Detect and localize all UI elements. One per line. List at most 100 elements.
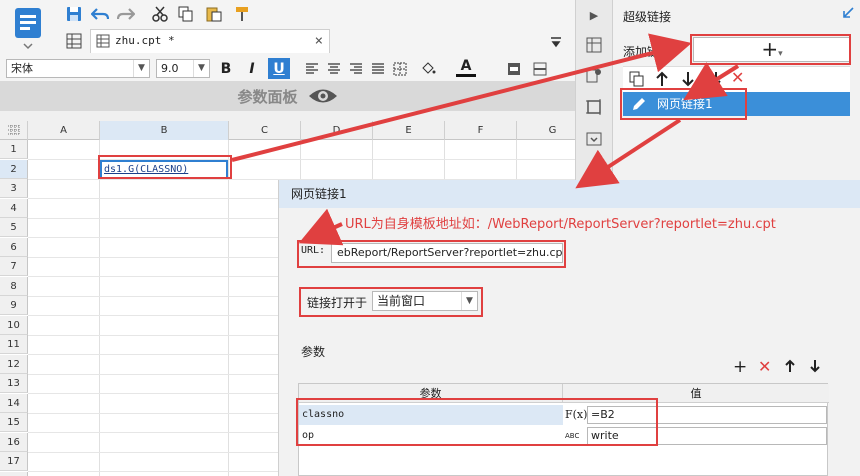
font-size-select[interactable]: 9.0 ▼	[156, 59, 210, 78]
file-tab[interactable]: zhu.cpt * ×	[90, 29, 330, 53]
font-family-select[interactable]: 宋体 ▼	[6, 59, 150, 78]
hyperlink-tab-icon[interactable]	[585, 162, 603, 180]
url-input[interactable]: ebReport/ReportServer?reportlet=zhu.cpt	[331, 243, 563, 263]
cell-b2-formula: ds1.G(CLASSNO)	[104, 164, 189, 175]
chevron-down-icon: ▼	[193, 60, 209, 77]
row-header[interactable]: 17	[0, 452, 28, 471]
sort-icon[interactable]	[703, 71, 723, 90]
italic-button[interactable]: I	[242, 59, 262, 79]
split-cells-icon[interactable]	[530, 59, 550, 79]
open-in-select[interactable]: 当前窗口 ▼	[372, 291, 478, 311]
tab-menu-icon[interactable]	[546, 32, 566, 52]
dropdown-widget-icon[interactable]	[585, 130, 603, 148]
row-header[interactable]: 16	[0, 432, 28, 452]
underline-button[interactable]: U	[268, 58, 290, 79]
delete-link-icon[interactable]: ✕	[731, 68, 744, 87]
column-header[interactable]: B	[100, 121, 229, 140]
add-link-label: 添加链接	[623, 45, 672, 59]
redo-icon[interactable]	[116, 4, 136, 24]
align-right-icon[interactable]	[346, 59, 366, 79]
move-down-icon[interactable]	[681, 71, 695, 90]
row-header[interactable]: 5	[0, 218, 28, 237]
param-down-icon[interactable]	[809, 359, 821, 376]
grid-line	[228, 140, 229, 476]
save-icon[interactable]	[64, 4, 84, 24]
params-label: 参数	[301, 345, 326, 359]
web-link-editor: 网页链接1 URL为自身模板地址如：/WebReport/ReportServe…	[278, 180, 860, 476]
row-header[interactable]: 3	[0, 179, 28, 198]
format-painter-icon[interactable]	[232, 4, 252, 24]
link-list-item[interactable]: 网页链接1	[623, 92, 850, 116]
open-in-value: 当前窗口	[377, 294, 426, 308]
select-all-corner[interactable]	[0, 121, 28, 140]
row-header[interactable]: 18	[0, 471, 28, 476]
param-value-header: 值	[563, 384, 829, 403]
merge-cells-icon[interactable]	[504, 59, 524, 79]
move-up-icon[interactable]	[655, 71, 669, 90]
align-left-icon[interactable]	[302, 59, 322, 79]
param-value-input[interactable]: write	[587, 427, 827, 445]
param-name-cell[interactable]: classno	[299, 405, 563, 425]
edit-pencil-icon	[631, 96, 647, 120]
formula-type-icon[interactable]: F(x)	[564, 405, 587, 425]
grid-line	[28, 159, 575, 160]
column-header[interactable]: D	[301, 121, 373, 140]
param-name-header: 参数	[299, 384, 563, 403]
grid-view-icon[interactable]	[64, 31, 84, 51]
row-header[interactable]: 13	[0, 374, 28, 393]
link-list-toolbar: ✕	[623, 66, 850, 92]
row-header[interactable]: 2	[0, 159, 28, 179]
param-panel-bar[interactable]: 参数面板	[0, 81, 575, 111]
copy-link-icon[interactable]	[629, 71, 645, 90]
cut-icon[interactable]	[150, 4, 170, 24]
url-annotation: URL为自身模板地址如：/WebReport/ReportServer?repo…	[345, 217, 776, 232]
bold-button[interactable]: B	[216, 59, 236, 79]
column-header[interactable]: E	[373, 121, 445, 140]
app-logo-icon	[15, 8, 41, 50]
justify-icon[interactable]	[368, 59, 388, 79]
row-header[interactable]: 14	[0, 393, 28, 413]
fill-color-icon[interactable]	[418, 59, 438, 79]
toolbar: zhu.cpt * × 宋体 ▼ 9.0 ▼ B I U A	[0, 0, 575, 86]
column-header[interactable]: F	[445, 121, 517, 140]
report-file-icon	[96, 34, 110, 48]
undo-icon[interactable]	[90, 4, 110, 24]
chevron-down-icon: ▼	[461, 292, 477, 310]
close-tab-icon[interactable]: ×	[315, 30, 323, 52]
eye-icon[interactable]	[308, 87, 338, 105]
param-name-cell[interactable]: op	[299, 426, 563, 446]
cell-b2[interactable]: ds1.G(CLASSNO)	[100, 160, 228, 179]
collapse-arrow-icon[interactable]: ▶	[585, 6, 603, 24]
border-icon[interactable]	[390, 59, 410, 79]
column-header[interactable]: G	[517, 121, 575, 140]
resize-icon[interactable]	[841, 6, 857, 22]
string-type-icon[interactable]: ABC	[564, 426, 586, 446]
row-header[interactable]: 4	[0, 198, 28, 218]
condition-attributes-icon[interactable]	[585, 66, 603, 84]
chevron-down-icon: ▼	[133, 60, 149, 77]
cell-attributes-icon[interactable]	[585, 36, 603, 54]
row-header[interactable]: 15	[0, 413, 28, 432]
column-header[interactable]: A	[28, 121, 100, 140]
row-header[interactable]: 9	[0, 296, 28, 315]
add-link-button[interactable]: +▾	[693, 37, 851, 62]
param-value-input[interactable]: =B2	[587, 406, 827, 424]
row-header[interactable]: 11	[0, 335, 28, 354]
row-header[interactable]: 7	[0, 257, 28, 276]
paste-icon[interactable]	[204, 4, 224, 24]
delete-param-icon[interactable]: ✕	[758, 358, 771, 376]
row-header[interactable]: 10	[0, 315, 28, 335]
row-header[interactable]: 12	[0, 354, 28, 374]
file-tab-label: zhu.cpt *	[115, 34, 175, 47]
row-header[interactable]: 1	[0, 140, 28, 159]
app-menu-button[interactable]	[12, 6, 46, 50]
row-header[interactable]: 8	[0, 276, 28, 296]
widget-icon[interactable]	[585, 98, 603, 116]
row-header[interactable]: 6	[0, 237, 28, 257]
copy-icon[interactable]	[176, 4, 196, 24]
text-color-button[interactable]: A	[456, 57, 476, 77]
align-center-icon[interactable]	[324, 59, 344, 79]
param-up-icon[interactable]	[784, 359, 796, 376]
column-header[interactable]: C	[229, 121, 301, 140]
add-param-icon[interactable]: +	[733, 358, 747, 376]
